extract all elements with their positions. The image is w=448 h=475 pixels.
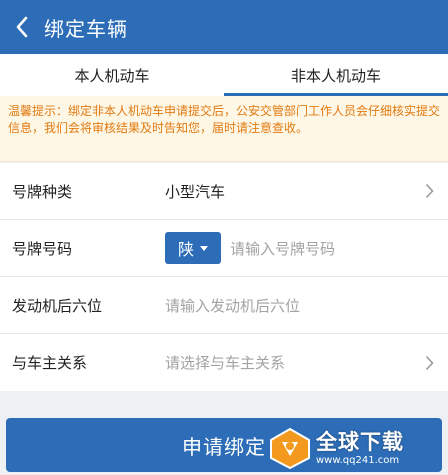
page: 绑定车辆 本人机动车 非本人机动车 温馨提示：绑定非本人机动车申请提交后，公安交… xyxy=(0,0,448,475)
plate-type-row[interactable]: 号牌种类 小型汽车 xyxy=(0,163,448,220)
province-value: 陕 xyxy=(177,240,194,259)
binding-form: 号牌种类 小型汽车 号牌号码 陕 请输入号牌号码 发动机后六位 请输入发动机后六… xyxy=(0,163,448,391)
plate-type-value: 小型汽车 xyxy=(165,182,226,201)
tab-bar: 本人机动车 非本人机动车 xyxy=(0,54,448,96)
plate-number-label: 号牌号码 xyxy=(12,239,73,258)
relation-label: 与车主关系 xyxy=(12,354,88,372)
notice-text: 温馨提示：绑定非本人机动车申请提交后，公安交管部门工作人员会仔细核实提交信息，我… xyxy=(0,96,448,162)
chevron-right-icon xyxy=(425,183,434,199)
watermark: 全球下载 www.qq241.com xyxy=(268,424,444,472)
page-title: 绑定车辆 xyxy=(44,16,128,41)
chevron-left-icon xyxy=(16,16,28,38)
engine-row: 发动机后六位 请输入发动机后六位 xyxy=(0,277,448,334)
plate-number-input[interactable]: 请输入号牌号码 xyxy=(230,238,335,259)
chevron-right-icon xyxy=(425,355,434,371)
relation-select[interactable]: 请选择与车主关系 xyxy=(165,352,285,373)
watermark-url: www.qq241.com xyxy=(316,454,400,466)
caret-down-icon xyxy=(200,245,208,251)
title-bar: 绑定车辆 xyxy=(0,0,448,54)
watermark-text: 全球下载 xyxy=(316,429,404,454)
back-button[interactable] xyxy=(4,0,40,54)
relation-row[interactable]: 与车主关系 请选择与车主关系 xyxy=(0,334,448,391)
tab-other-vehicle[interactable]: 非本人机动车 xyxy=(224,54,448,96)
province-selector[interactable]: 陕 xyxy=(165,232,221,264)
engine-input[interactable]: 请输入发动机后六位 xyxy=(165,295,300,316)
plate-number-row: 号牌号码 陕 请输入号牌号码 xyxy=(0,220,448,277)
watermark-logo-icon xyxy=(270,427,310,470)
engine-label: 发动机后六位 xyxy=(12,296,103,315)
plate-type-label: 号牌种类 xyxy=(12,182,73,201)
tab-own-vehicle[interactable]: 本人机动车 xyxy=(0,54,224,96)
